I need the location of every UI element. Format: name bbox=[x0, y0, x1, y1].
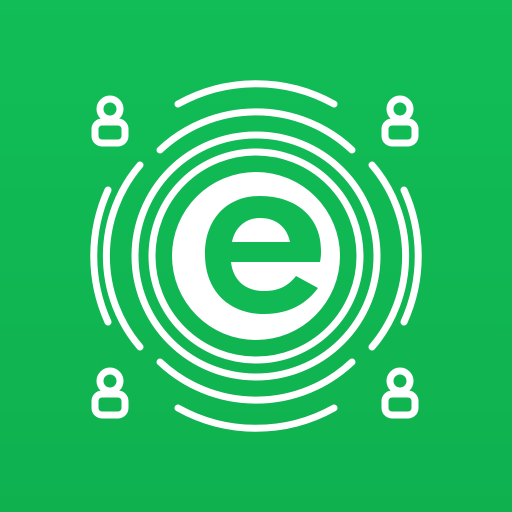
e-letter-icon bbox=[172, 172, 340, 340]
far-arc-bottom bbox=[174, 404, 338, 432]
user-icon bbox=[381, 367, 419, 419]
far-arc-top bbox=[174, 80, 338, 108]
user-icon bbox=[381, 95, 419, 147]
user-icon bbox=[91, 367, 129, 419]
app-icon bbox=[0, 0, 512, 512]
e-glyph bbox=[205, 196, 321, 314]
outer-arc-bottom bbox=[156, 358, 356, 404]
outer-arc-top bbox=[156, 108, 356, 154]
app-logo bbox=[90, 80, 422, 432]
user-icon bbox=[91, 95, 129, 147]
